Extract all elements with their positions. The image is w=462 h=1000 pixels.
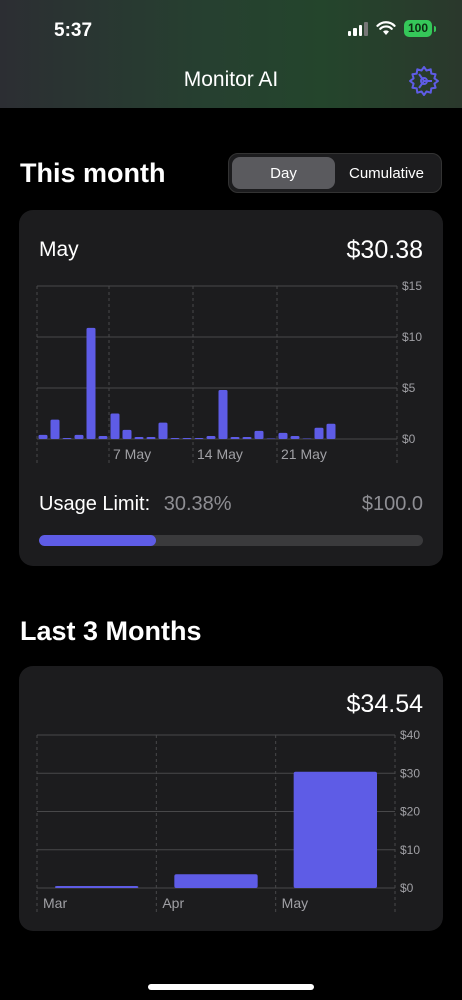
this-month-card: May $30.38 $0 $5 $10 $15 7 May 14 May 21 May U…	[19, 210, 443, 566]
chart-bar	[278, 432, 288, 439]
chart-bar	[266, 438, 276, 439]
chart-y-tick-label: $10	[400, 843, 420, 857]
section-title-last-3-months: Last 3 Months	[20, 616, 202, 646]
chart-bar	[122, 429, 132, 439]
chart-bar	[326, 423, 336, 439]
chart-x-tick-label: 7 May	[113, 446, 151, 462]
chart-x-tick-label: 14 May	[197, 446, 243, 462]
chart-bar	[134, 436, 144, 439]
chart-y-tick-label: $10	[402, 330, 422, 344]
chart-bar	[62, 437, 72, 439]
cellular-signal-icon	[347, 21, 368, 36]
usage-limit-value: $100.0	[361, 493, 423, 515]
usage-progress-bar	[39, 535, 423, 546]
home-indicator	[148, 984, 314, 990]
chart-bar	[74, 434, 84, 439]
usage-percent: 30.38%	[163, 493, 232, 515]
chart-bar	[230, 436, 240, 439]
chart-bar	[55, 886, 139, 888]
chart-bar	[302, 438, 312, 439]
chart-bar	[242, 436, 252, 439]
chart-bar	[314, 427, 324, 439]
chart-bar	[170, 437, 180, 439]
chart-bar	[158, 422, 168, 439]
chart-y-tick-label: $20	[400, 805, 420, 819]
status-time: 5:37	[54, 20, 93, 41]
chart-bar	[290, 435, 300, 439]
chart-x-tick-label: Mar	[43, 895, 67, 911]
chart-bar	[194, 437, 204, 439]
chart-bar	[254, 430, 264, 439]
status-icons: 100	[347, 20, 437, 37]
wifi-icon	[376, 21, 396, 35]
settings-gear-icon[interactable]	[406, 64, 442, 100]
chart-y-tick-label: $5	[402, 381, 416, 395]
chart-bar	[218, 390, 228, 439]
last-3-months-card: $34.54 $0 $10 $20 $30 $40 Mar Apr May	[19, 666, 443, 931]
chart-y-tick-label: $15	[402, 279, 422, 293]
view-mode-segmented-control: Day Cumulative	[228, 153, 442, 193]
chart-bar	[50, 419, 60, 439]
chart-bar	[86, 327, 96, 439]
usage-limit-row: Usage Limit: 30.38% $100.0	[39, 493, 423, 516]
usage-progress-fill	[39, 535, 156, 546]
nav-title: Monitor AI	[183, 68, 279, 91]
monthly-usage-chart: $0 $10 $20 $30 $40 Mar Apr May	[36, 728, 420, 912]
chart-y-tick-label: $40	[400, 728, 420, 742]
chart-y-tick-label: $0	[400, 881, 414, 895]
chart-bar	[146, 436, 156, 439]
chart-x-tick-label: Apr	[162, 895, 184, 911]
chart-x-tick-label: May	[282, 895, 308, 911]
segment-day[interactable]: Day	[232, 157, 335, 189]
chart-bar	[98, 435, 108, 439]
chart-y-tick-label: $0	[402, 432, 416, 446]
chart-x-tick-label: 21 May	[281, 446, 327, 462]
segment-cumulative[interactable]: Cumulative	[335, 157, 438, 189]
chart-bar	[110, 413, 120, 439]
section-title-this-month: This month	[20, 158, 166, 188]
battery-icon: 100	[403, 20, 437, 37]
usage-limit-label: Usage Limit:	[39, 493, 151, 515]
chart-bar	[174, 874, 258, 888]
chart-bar	[38, 434, 48, 439]
chart-y-tick-label: $30	[400, 766, 420, 780]
chart-bar	[293, 771, 377, 888]
chart-bar	[182, 437, 192, 439]
header-background: 5:37 100 Monitor AI	[0, 0, 462, 108]
daily-usage-chart: $0 $5 $10 $15 7 May 14 May 21 May	[36, 279, 422, 463]
chart-bar	[206, 435, 216, 439]
